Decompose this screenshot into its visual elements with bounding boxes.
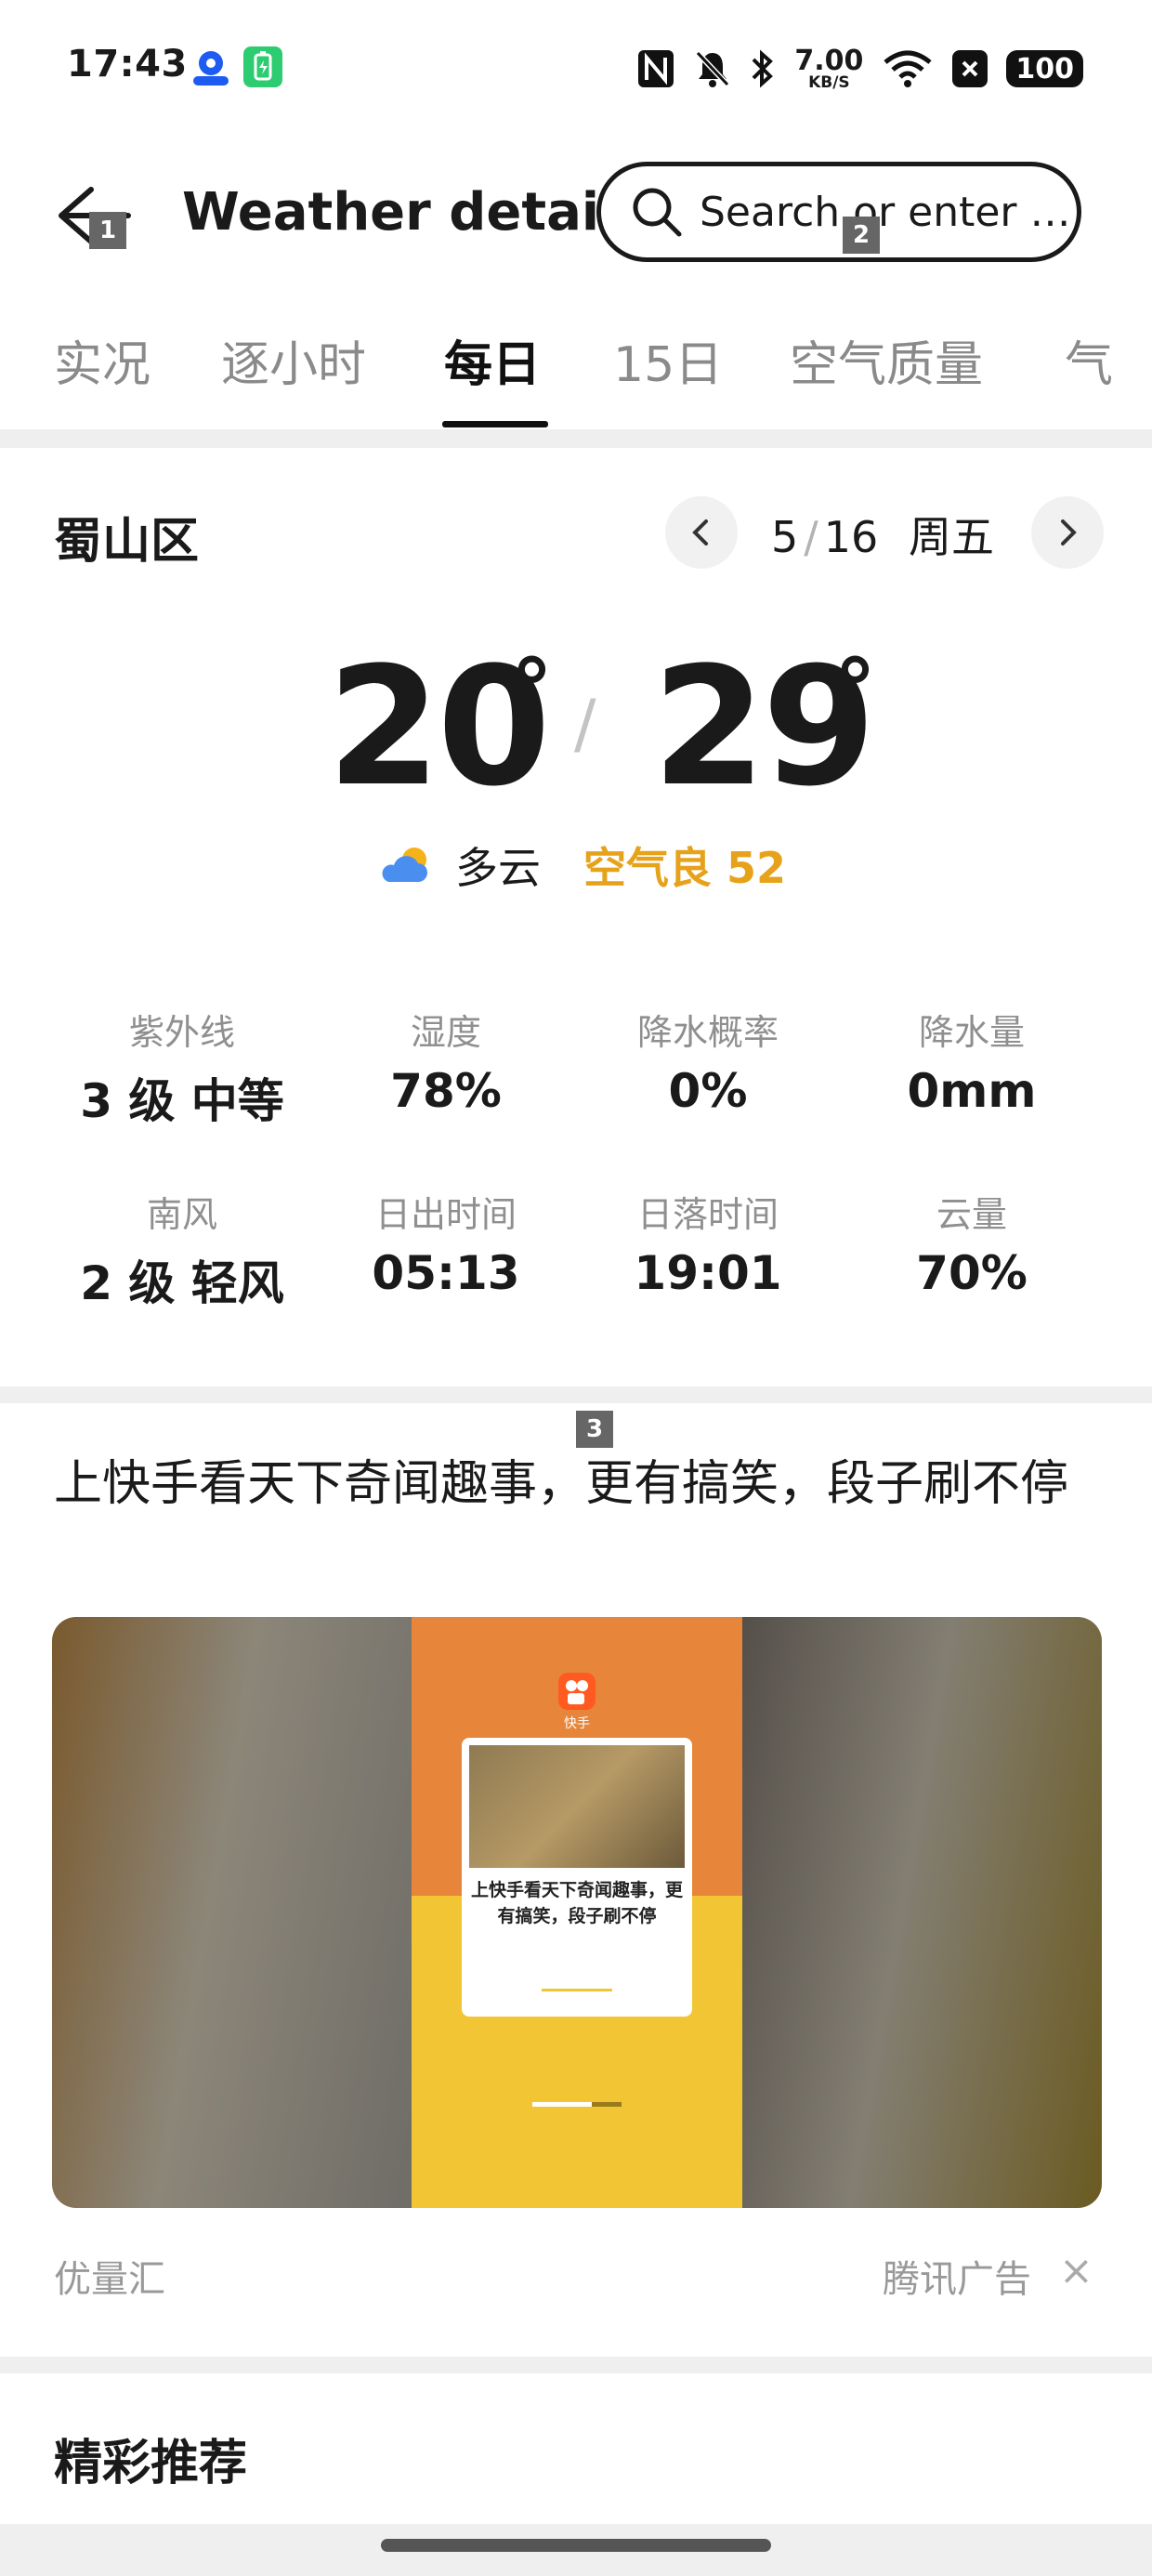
net-speed-value: 7.00	[794, 44, 864, 77]
detail-label: 降水量	[918, 1012, 1025, 1053]
aqi-badge[interactable]: 空气良 52	[583, 835, 786, 896]
kuaishou-logo-icon	[558, 1673, 596, 1710]
wifi-icon	[884, 50, 932, 87]
detail-value: 2 级 轻风	[80, 1256, 284, 1310]
detail-label: 云量	[936, 1194, 1007, 1235]
detail-label: 湿度	[410, 1012, 481, 1053]
tab-hourly[interactable]: 逐小时	[221, 325, 366, 395]
temp-low-degree: °	[511, 641, 553, 739]
detail-value: 3 级 中等	[80, 1074, 284, 1128]
date-day: 16	[823, 512, 879, 562]
ad-card-line	[542, 1989, 612, 1991]
detail-precip: 降水量 0mm	[840, 1004, 1104, 1118]
ad-source: 优量汇	[54, 2258, 165, 2301]
marker-3: 3	[576, 1411, 613, 1448]
net-speed: 7.00 KB/S	[794, 44, 864, 92]
tab-realtime[interactable]: 实况	[54, 325, 151, 395]
ad-close-button[interactable]: ×	[1059, 2247, 1093, 2294]
detail-label: 日出时间	[374, 1194, 517, 1235]
detail-sunrise: 日出时间 05:13	[314, 1186, 578, 1300]
detail-value: 70%	[916, 1246, 1028, 1300]
detail-value: 05:13	[372, 1246, 520, 1300]
chevron-left-icon	[692, 519, 708, 545]
detail-value: 0mm	[907, 1064, 1037, 1118]
date-display: 5/16 周五	[771, 504, 994, 565]
bluetooth-icon	[752, 49, 774, 88]
tab-bar: 实况 逐小时 每日 15日 空气质量 气	[0, 325, 1115, 427]
detail-precip-prob: 降水概率 0%	[576, 1004, 840, 1118]
detail-cloud: 云量 70%	[840, 1186, 1104, 1300]
tab-air-quality[interactable]: 空气质量	[790, 325, 983, 395]
ad-image[interactable]: 快手 上快手看天下奇闻趣事，更有搞笑，段子刷不停	[52, 1617, 1102, 2208]
detail-value: 19:01	[634, 1246, 782, 1300]
tab-daily[interactable]: 每日	[444, 325, 541, 395]
cloudy-sun-icon	[382, 848, 427, 882]
detail-sunset: 日落时间 19:01	[576, 1186, 840, 1300]
detail-wind: 南风 2 级 轻风	[50, 1186, 314, 1313]
search-icon	[633, 188, 682, 237]
tab-more[interactable]: 气	[1065, 325, 1113, 395]
page-title: Weather details	[182, 182, 648, 243]
detail-label: 南风	[146, 1194, 217, 1235]
recommend-title: 精彩推荐	[54, 2436, 248, 2491]
detail-value: 0%	[668, 1064, 748, 1118]
divider	[0, 1387, 1152, 1403]
location-name: 蜀山区	[54, 514, 200, 570]
search-placeholder: Search or enter …	[700, 188, 1071, 236]
marker-1: 1	[89, 212, 126, 249]
ad-phone-mockup: 快手 上快手看天下奇闻趣事，更有搞笑，段子刷不停	[412, 1617, 742, 2208]
detail-uv: 紫外线 3 级 中等	[50, 1004, 314, 1131]
ad-card-photo	[469, 1745, 685, 1868]
condition-row: 多云 空气良 52	[377, 835, 786, 896]
home-indicator[interactable]	[381, 2539, 771, 2552]
divider	[0, 2357, 1152, 2373]
date-separator: /	[804, 512, 818, 562]
ad-card-text: 上快手看天下奇闻趣事，更有搞笑，段子刷不停	[471, 1880, 684, 1926]
ad-progress	[532, 2102, 622, 2107]
close-box-icon	[952, 50, 988, 87]
ad-app-name: 快手	[564, 1716, 590, 1731]
marker-2: 2	[843, 217, 880, 254]
temp-slash: /	[574, 686, 596, 762]
detail-label: 降水概率	[636, 1012, 779, 1053]
tab-active-indicator	[442, 421, 548, 427]
ad-provider: 腾讯广告	[883, 2258, 1031, 2301]
divider	[0, 429, 1152, 448]
battery-level: 100	[1006, 50, 1083, 87]
status-icons: 7.00 KB/S 100	[636, 43, 1083, 95]
detail-label: 紫外线	[128, 1012, 235, 1053]
nfc-icon	[638, 50, 674, 87]
tab-15day[interactable]: 15日	[613, 325, 723, 395]
date-weekday: 周五	[908, 512, 994, 562]
detail-humidity: 湿度 78%	[314, 1004, 578, 1118]
condition-text: 多云	[455, 843, 541, 893]
ad-title[interactable]: 上快手看天下奇闻趣事，更有搞笑，段子刷不停	[54, 1450, 1113, 1518]
status-time: 17:43	[67, 43, 188, 85]
mute-icon	[696, 50, 730, 87]
temp-high-degree: °	[834, 641, 876, 739]
detail-value: 78%	[390, 1064, 502, 1118]
date-month: 5	[771, 512, 799, 562]
next-day-button[interactable]	[1031, 496, 1104, 569]
battery-app-icon	[243, 46, 282, 87]
search-input[interactable]: Search or enter … 2	[596, 162, 1081, 262]
net-speed-unit: KB/S	[808, 72, 850, 92]
detail-label: 日落时间	[636, 1194, 779, 1235]
location-app-icon	[193, 51, 229, 85]
prev-day-button[interactable]	[665, 496, 738, 569]
ad-card: 上快手看天下奇闻趣事，更有搞笑，段子刷不停	[462, 1738, 692, 2017]
chevron-right-icon	[1061, 519, 1077, 545]
back-button[interactable]: 1	[52, 177, 132, 256]
